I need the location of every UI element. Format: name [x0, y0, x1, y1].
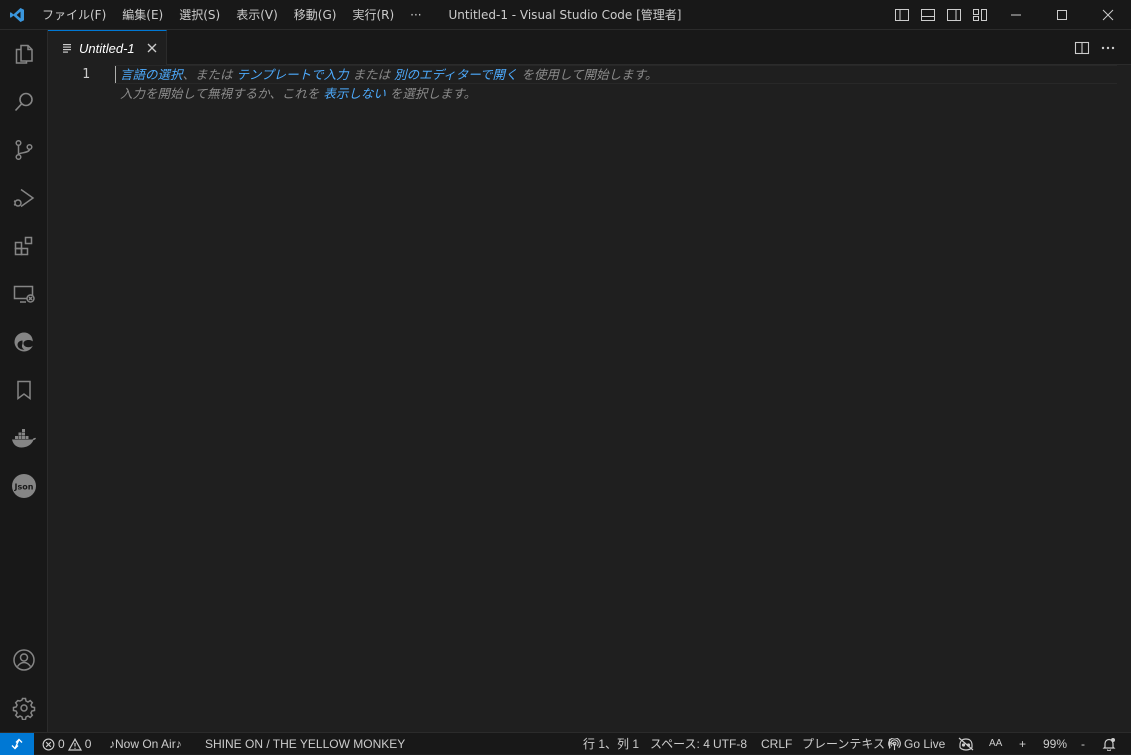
broadcast-icon	[888, 737, 901, 750]
svg-text:Json: Json	[14, 483, 34, 492]
language-mode-status[interactable]: プレーンテキスト	[802, 733, 897, 755]
extensions-icon[interactable]	[0, 222, 48, 270]
error-count: 0	[58, 737, 65, 751]
explorer-icon[interactable]	[0, 30, 48, 78]
accounts-icon[interactable]	[0, 636, 48, 684]
dont-show-link[interactable]: 表示しない	[323, 86, 386, 101]
tab-untitled-1[interactable]: Untitled-1	[48, 30, 167, 65]
zoom-in-button[interactable]: +	[1019, 733, 1026, 755]
menu-edit[interactable]: 編集(E)	[114, 0, 171, 30]
cursor-position-status[interactable]: 行 1、列 1	[583, 733, 639, 755]
eol-status[interactable]: CRLF	[761, 733, 792, 755]
menu-view[interactable]: 表示(V)	[228, 0, 286, 30]
template-link[interactable]: テンプレートで入力	[237, 67, 349, 82]
warning-count: 0	[84, 737, 92, 751]
open-other-editor-link[interactable]: 別のエディターで開く	[394, 67, 517, 82]
status-bar: 0 0 ♪Now On Air♪ SHINE ON / THE YELLOW M…	[0, 732, 1131, 755]
notifications-bell-icon[interactable]	[1102, 733, 1119, 755]
title-bar: ファイル(F) 編集(E) 選択(S) 表示(V) 移動(G) 実行(R) ··…	[0, 0, 1131, 30]
json-tools-icon[interactable]: Json	[0, 462, 48, 510]
font-size-status[interactable]: AA	[989, 733, 1002, 755]
toggle-panel-icon[interactable]	[915, 0, 941, 30]
remote-explorer-icon[interactable]	[0, 270, 48, 318]
go-live-status[interactable]: Go Live	[888, 733, 945, 755]
indentation-status[interactable]: スペース: 4	[650, 733, 710, 755]
activity-bar: Json	[0, 30, 48, 732]
select-language-link[interactable]: 言語の選択	[120, 67, 183, 82]
close-window-icon[interactable]	[1085, 0, 1131, 30]
empty-editor-hint-line-2: 入力を開始して無視するか、これを 表示しない を選択します。	[120, 84, 476, 103]
window-title: Untitled-1 - Visual Studio Code [管理者]	[448, 8, 682, 22]
line-number: 1	[82, 67, 90, 82]
text-cursor	[115, 66, 116, 83]
hint-text: 入力を開始して無視するか、これを	[120, 86, 320, 101]
warning-icon	[67, 737, 82, 751]
vscode-logo-icon	[0, 0, 34, 30]
problems-status[interactable]: 0 0	[42, 733, 91, 755]
empty-editor-hint-line-1: 言語の選択、または テンプレートで入力 または 別のエディターで開く を使用して…	[120, 65, 657, 84]
plain-text-file-icon	[63, 44, 71, 53]
song-title-status[interactable]: SHINE ON / THE YELLOW MONKEY	[205, 733, 405, 755]
error-icon	[42, 738, 55, 750]
run-debug-icon[interactable]	[0, 174, 48, 222]
now-on-air-status[interactable]: ♪Now On Air♪	[109, 733, 182, 755]
tab-label: Untitled-1	[79, 40, 135, 56]
menu-selection[interactable]: 選択(S)	[171, 0, 228, 30]
bookmarks-icon[interactable]	[0, 366, 48, 414]
copilot-icon[interactable]	[958, 733, 977, 755]
close-icon[interactable]	[145, 41, 159, 55]
more-actions-icon[interactable]	[1095, 30, 1121, 65]
editor-tabs: Untitled-1	[48, 30, 1131, 65]
toggle-primary-sidebar-icon[interactable]	[889, 0, 915, 30]
editor-area[interactable]: 1 言語の選択、または テンプレートで入力 または 別のエディターで開く を使用…	[48, 65, 1131, 732]
maximize-icon[interactable]	[1039, 0, 1085, 30]
encoding-status[interactable]: UTF-8	[713, 733, 747, 755]
search-icon[interactable]	[0, 78, 48, 126]
manage-gear-icon[interactable]	[0, 684, 48, 732]
go-live-label: Go Live	[904, 737, 946, 751]
minimize-icon[interactable]	[993, 0, 1039, 30]
menu-file[interactable]: ファイル(F)	[34, 0, 114, 30]
docker-icon[interactable]	[0, 414, 48, 462]
zoom-out-button[interactable]: -	[1081, 733, 1085, 755]
hint-text: を使用して開始します。	[521, 67, 658, 82]
split-editor-icon[interactable]	[1069, 30, 1095, 65]
zoom-level-status[interactable]: 99%	[1043, 733, 1067, 755]
hint-text: 、または	[182, 67, 233, 82]
source-control-icon[interactable]	[0, 126, 48, 174]
hint-text: を選択します。	[389, 86, 477, 101]
remote-indicator[interactable]	[0, 733, 34, 755]
hint-text: または	[352, 67, 391, 82]
toggle-secondary-sidebar-icon[interactable]	[941, 0, 967, 30]
customize-layout-icon[interactable]	[967, 0, 993, 30]
edge-devtools-icon[interactable]	[0, 318, 48, 366]
